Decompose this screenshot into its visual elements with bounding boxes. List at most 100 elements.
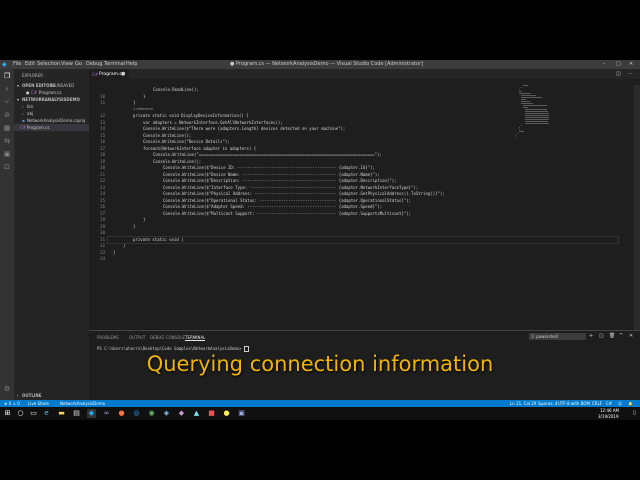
chevron-right-icon[interactable]: › bbox=[17, 393, 19, 398]
search-icon[interactable]: ○ bbox=[16, 409, 25, 418]
live-share-status[interactable]: Live Share bbox=[28, 401, 49, 406]
codelens-reference[interactable]: 1 reference bbox=[133, 107, 153, 111]
line-number: 19 bbox=[100, 158, 105, 164]
line-number: 25 bbox=[100, 197, 105, 203]
gear-icon[interactable]: ⚙ bbox=[3, 385, 11, 393]
edge-icon[interactable]: e bbox=[42, 409, 51, 418]
code-line: } bbox=[133, 100, 136, 105]
app3-icon[interactable]: ◆ bbox=[177, 409, 186, 418]
minimap-line bbox=[525, 117, 549, 118]
menu-go[interactable]: Go bbox=[75, 61, 82, 67]
menu-help[interactable]: Help bbox=[126, 61, 137, 67]
bell-icon[interactable]: 🔔 bbox=[628, 401, 633, 406]
dot-icon[interactable]: ● bbox=[121, 71, 125, 77]
cursor-position[interactable]: Ln 31, Col 29 bbox=[510, 401, 536, 406]
app-icon[interactable]: ◎ bbox=[132, 409, 141, 418]
terminal-icon[interactable]: ⊡ bbox=[3, 163, 11, 171]
close-icon[interactable]: ✕ bbox=[629, 61, 633, 67]
code-line: Console.WriteLine($"Operational Status: … bbox=[163, 197, 412, 203]
code-line: Console.WriteLine($"Multicast Support: -… bbox=[163, 210, 412, 216]
eol-status[interactable]: CRLF bbox=[592, 401, 602, 406]
minimap-line bbox=[523, 105, 547, 106]
minimize-icon[interactable]: – bbox=[603, 61, 606, 67]
project-header[interactable]: NETWORKANALYSISDEMO bbox=[22, 97, 80, 102]
menu-terminal[interactable]: Terminal bbox=[104, 61, 125, 67]
folder-item-obj[interactable]: obj bbox=[27, 111, 33, 116]
app2-icon[interactable]: ◈ bbox=[162, 409, 171, 418]
file-item-program[interactable]: Program.cs bbox=[27, 125, 49, 130]
tab-output[interactable]: OUTPUT bbox=[129, 335, 145, 340]
minimap-line bbox=[521, 101, 530, 102]
folder-item-bin[interactable]: bin bbox=[27, 104, 33, 109]
file-item-csproj[interactable]: NetworkAnalysisDemo.csproj bbox=[27, 118, 85, 123]
csharp-file-icon: C# bbox=[31, 90, 38, 95]
menu-view[interactable]: View bbox=[61, 61, 73, 67]
task-view-icon[interactable]: ▭ bbox=[29, 409, 38, 418]
trash-icon[interactable]: 🗑 bbox=[609, 333, 615, 339]
close-panel-icon[interactable]: ✕ bbox=[629, 333, 633, 339]
problems-status[interactable]: ⊗ 0 ⚠ 0 bbox=[4, 401, 20, 406]
code-line: Console.WriteLine($"There were {adapters… bbox=[143, 126, 346, 131]
minimap[interactable] bbox=[515, 85, 549, 145]
line-number: 28 bbox=[100, 217, 105, 222]
windows-start-icon[interactable]: ⊞ bbox=[3, 409, 12, 418]
menu-edit[interactable]: Edit bbox=[25, 61, 35, 67]
notifications-icon[interactable]: ▯ bbox=[630, 409, 639, 418]
taskbar: ⊞ ○ ▭ e ▬ ▤ ◆ ∞ ● ◎ ◉ ◈ ◆ ▲ ■ ● ▣ 12:46 … bbox=[0, 407, 640, 420]
code-editor[interactable]: Console.ReadLine(); 10} 11} 1 reference 12 pr… bbox=[89, 85, 640, 330]
project-status[interactable]: NetworkAnalysisDemo bbox=[60, 401, 105, 406]
maximize-icon[interactable]: □ bbox=[616, 61, 621, 67]
chevron-right-icon[interactable]: › bbox=[22, 104, 24, 109]
app5-icon[interactable]: ■ bbox=[207, 409, 216, 418]
visual-studio-icon[interactable]: ∞ bbox=[102, 409, 111, 418]
source-control-icon[interactable]: ⑂ bbox=[3, 98, 11, 106]
chevron-up-icon[interactable]: ^ bbox=[619, 333, 623, 339]
chevron-down-icon[interactable]: ▾ bbox=[17, 83, 19, 88]
vscode-taskbar-icon[interactable]: ◆ bbox=[87, 409, 96, 418]
editor-scrollbar[interactable] bbox=[634, 85, 640, 330]
extensions-icon[interactable]: ▦ bbox=[3, 124, 11, 132]
language-status[interactable]: C# bbox=[606, 401, 612, 406]
folder-icon[interactable]: ▬ bbox=[57, 409, 66, 418]
live-share-icon[interactable]: ⇆ bbox=[3, 137, 11, 145]
menu-debug[interactable]: Debug bbox=[86, 61, 102, 67]
menu-selection[interactable]: Selection bbox=[37, 61, 60, 67]
line-number: 26 bbox=[100, 204, 105, 209]
split-editor-icon[interactable]: ◫ bbox=[616, 71, 621, 77]
more-actions-icon[interactable]: ⋯ bbox=[628, 71, 633, 77]
app6-icon[interactable]: ● bbox=[222, 409, 231, 418]
split-terminal-icon[interactable]: ◫ bbox=[599, 333, 604, 339]
remote-icon[interactable]: ▣ bbox=[3, 150, 11, 158]
menu-file[interactable]: File bbox=[13, 61, 21, 67]
line-number: 31 bbox=[100, 236, 105, 242]
minimap-line bbox=[525, 111, 548, 112]
tab-problems[interactable]: PROBLEMS bbox=[97, 335, 119, 340]
dot-icon[interactable]: ● bbox=[26, 90, 30, 95]
terminal-select[interactable]: 1: powershell bbox=[529, 333, 586, 340]
outline-header[interactable]: OUTLINE bbox=[22, 393, 42, 398]
chrome-icon[interactable]: ◉ bbox=[147, 409, 156, 418]
tab-debug-console[interactable]: DEBUG CONSOLE bbox=[150, 335, 185, 340]
smiley-icon[interactable]: ☺ bbox=[618, 401, 622, 406]
tab-program-cs[interactable]: C# Program.cs ● bbox=[89, 69, 129, 79]
minimap-line bbox=[525, 123, 549, 124]
search-icon[interactable]: ⌕ bbox=[3, 85, 11, 93]
chevron-right-icon[interactable]: › bbox=[22, 111, 24, 116]
minimap-line bbox=[521, 125, 522, 126]
open-file-item[interactable]: Program.cs bbox=[39, 90, 61, 95]
explorer-icon[interactable]: ❐ bbox=[3, 72, 11, 80]
chevron-down-icon[interactable]: ▾ bbox=[17, 97, 19, 102]
code-line: } bbox=[113, 249, 116, 255]
app4-icon[interactable]: ▲ bbox=[192, 409, 201, 418]
clock-date[interactable]: 3/19/2019 bbox=[598, 414, 619, 419]
debug-icon[interactable]: ⊘ bbox=[3, 111, 11, 119]
indentation-status[interactable]: Spaces: 4 bbox=[538, 401, 557, 406]
firefox-icon[interactable]: ● bbox=[117, 409, 126, 418]
tab-terminal[interactable]: TERMINAL bbox=[185, 335, 206, 341]
clock-time[interactable]: 12:46 AM bbox=[600, 408, 619, 413]
encoding-status[interactable]: UTF-8 with BOM bbox=[558, 401, 590, 406]
line-number: 29 bbox=[100, 223, 105, 229]
app7-icon[interactable]: ▣ bbox=[237, 409, 246, 418]
add-terminal-icon[interactable]: + bbox=[589, 333, 593, 339]
store-icon[interactable]: ▤ bbox=[72, 409, 81, 418]
